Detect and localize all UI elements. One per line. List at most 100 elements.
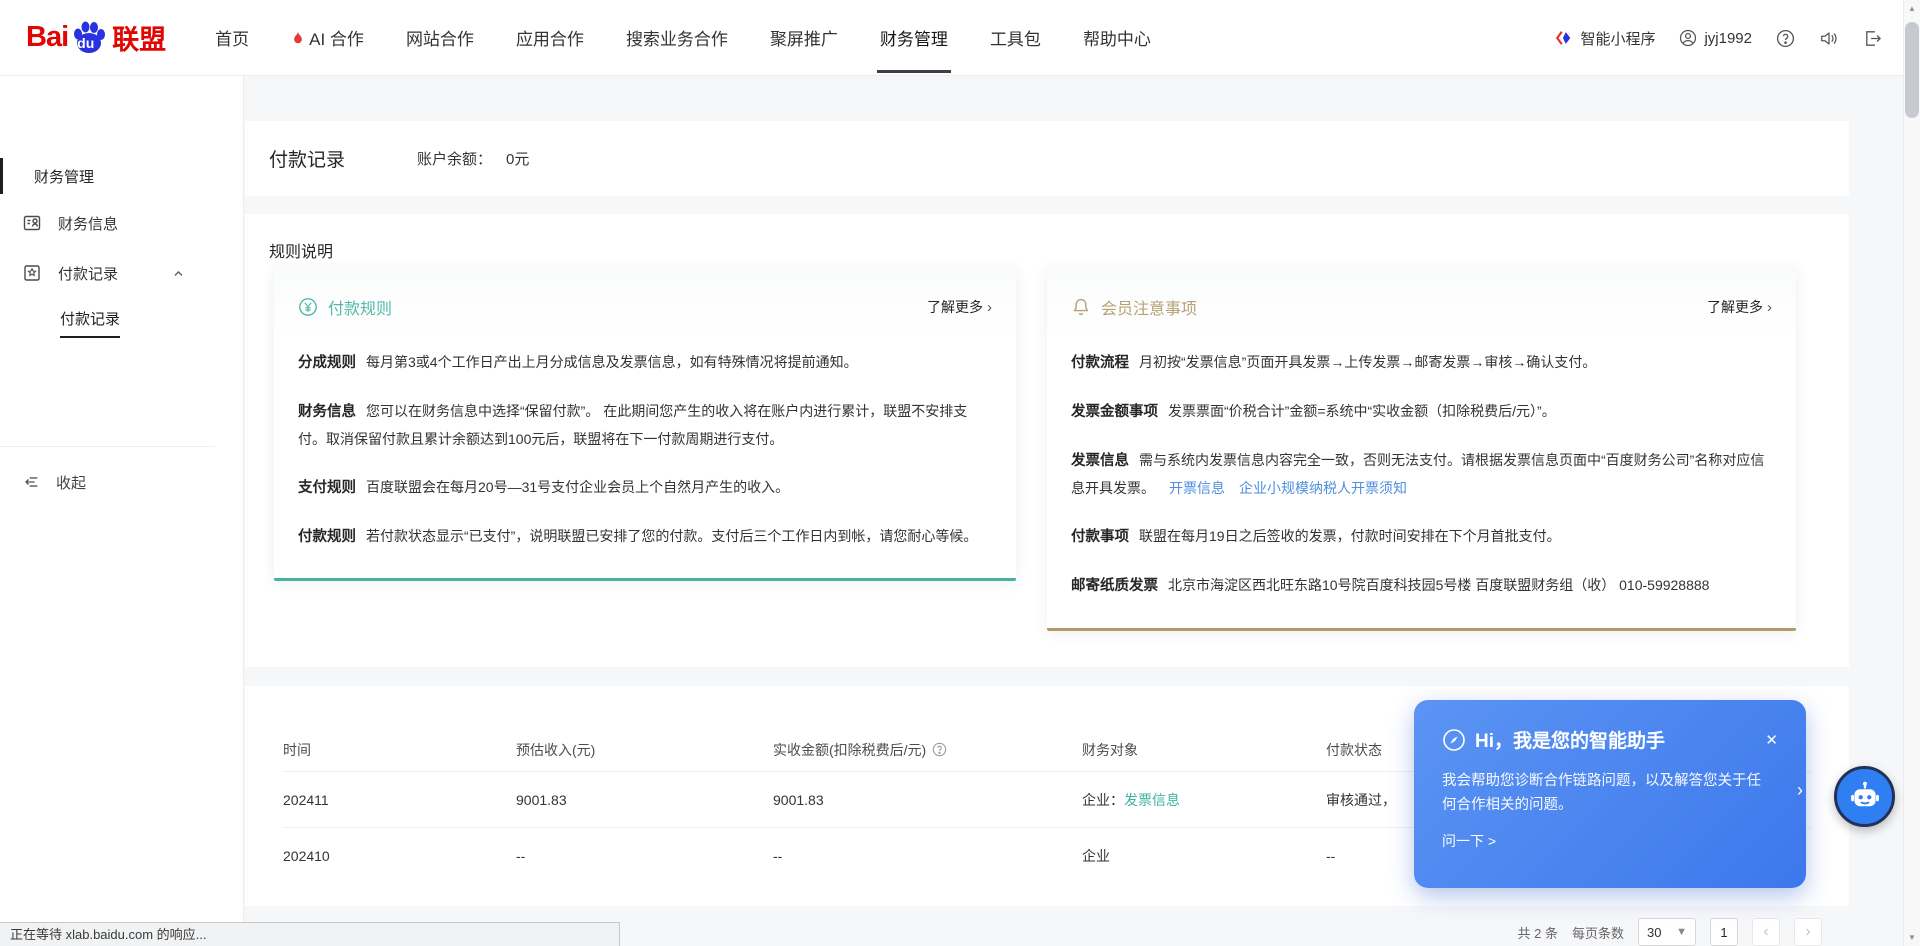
learn-more-payment-rules[interactable]: 了解更多› [927, 297, 992, 317]
smart-miniprogram-entry[interactable]: 智能小程序 [1555, 28, 1655, 49]
cell-estimated: 9001.83 [516, 792, 773, 808]
sidebar-item-payment-record[interactable]: 付款记录 [0, 253, 243, 293]
user-icon [1679, 29, 1697, 47]
balance-value: 0元 [506, 151, 529, 168]
baidu-union-logo[interactable]: Bai du 联盟 [26, 18, 166, 58]
ask-now-link[interactable]: 问一下 > [1442, 831, 1496, 851]
main-nav: 首页 AI 合作 网站合作 应用合作 搜索业务合作 聚屏推广 财务管理 工具包 … [194, 0, 1172, 76]
pagination: 共 2 条 每页条数 30 ▼ 1 ‹ › [1518, 918, 1822, 946]
prev-page-button[interactable]: ‹ [1752, 918, 1780, 946]
logout-button[interactable] [1863, 29, 1882, 48]
robot-icon [1848, 780, 1882, 814]
nav-tab-search-business[interactable]: 搜索业务合作 [605, 0, 749, 76]
cell-time: 202411 [283, 792, 516, 808]
cell-time: 202410 [283, 848, 516, 864]
logout-icon [1863, 29, 1882, 48]
nav-tab-ai-cooperation[interactable]: AI 合作 [270, 0, 385, 76]
speaker-icon [1819, 29, 1839, 48]
top-navbar: Bai du 联盟 首页 AI 合作 网站合作 应用合作 搜索业务合作 聚屏推广… [0, 0, 1920, 76]
chevron-right-icon: › [1767, 299, 1772, 316]
member-notes-card: 会员注意事项 了解更多› 付款流程月初按“发票信息”页面开具发票→上传发票→邮寄… [1047, 267, 1796, 631]
question-circle-icon [1776, 29, 1795, 48]
rules-panel: 规则说明 付款规则 了解更多› 分成规则每月第3或4个工作日产出上月分成信息及发… [245, 214, 1849, 667]
chevron-right-icon: › [987, 299, 992, 316]
per-page-select[interactable]: 30 ▼ [1638, 918, 1696, 946]
baidu-paw-icon: du [69, 18, 109, 58]
navbar-right-group: 智能小程序 jyj1992 [1555, 0, 1882, 76]
nav-tab-home[interactable]: 首页 [194, 0, 270, 76]
chevron-right-icon: › [1797, 780, 1803, 801]
rule-item: 发票金额事项发票票面“价税合计”金额=系统中“实收金额（扣除税费后/元）”。 [1071, 398, 1772, 426]
help-circle-icon[interactable] [932, 742, 947, 757]
nav-tab-app-cooperation[interactable]: 应用合作 [495, 0, 605, 76]
assistant-robot-button[interactable] [1834, 766, 1895, 827]
sidebar-subitem-payment-record[interactable]: 付款记录 [0, 303, 243, 343]
col-actual-amount: 实收金额(扣除税费后/元) [773, 740, 1082, 760]
smart-assistant-popup: Hi，我是您的智能助手 ✕ 我会帮助您诊断合作链路问题，以及解答您关于任何合作相… [1414, 700, 1806, 888]
logo-text-du: du [77, 35, 94, 51]
nav-tab-juping-promotion[interactable]: 聚屏推广 [749, 0, 859, 76]
card-title-member-notes: 会员注意事项 [1101, 295, 1197, 319]
rule-item: 付款事项联盟在每月19日之后签收的发票，付款时间安排在下个月首批支付。 [1071, 523, 1772, 551]
rule-item: 支付规则百度联盟会在每月20号—31号支付企业会员上个自然月产生的收入。 [298, 474, 992, 502]
nav-tab-toolkit[interactable]: 工具包 [969, 0, 1062, 76]
small-taxpayer-notice-link[interactable]: 企业小规模纳税人开票须知 [1239, 480, 1407, 496]
payment-rules-card: 付款规则 了解更多› 分成规则每月第3或4个工作日产出上月分成信息及发票信息，如… [274, 267, 1016, 581]
sidebar-collapse-button[interactable]: 收起 [0, 462, 243, 502]
cell-finance-target: 企业：发票信息 [1082, 790, 1326, 810]
bell-icon [1071, 297, 1091, 317]
payment-badge-icon [22, 263, 42, 283]
coin-yen-icon [298, 297, 318, 317]
scrollbar-thumb[interactable] [1905, 22, 1919, 118]
sidebar-divider [0, 446, 215, 447]
flame-hot-icon [291, 30, 305, 46]
sidebar-item-finance-info[interactable]: 财务信息 [0, 203, 243, 243]
rule-item: 分成规则每月第3或4个工作日产出上月分成信息及发票信息，如有特殊情况将提前通知。 [298, 349, 992, 377]
cell-actual: -- [773, 848, 1082, 864]
rule-item: 财务信息您可以在财务信息中选择“保留付款”。 在此期间您产生的收入将在账户内进行… [298, 398, 992, 453]
sound-button[interactable] [1819, 29, 1839, 48]
help-button[interactable] [1776, 29, 1795, 48]
invoice-info-table-link[interactable]: 发票信息 [1124, 792, 1180, 808]
per-page-label: 每页条数 [1572, 923, 1624, 942]
rule-item: 邮寄纸质发票北京市海淀区西北旺东路10号院百度科技园5号楼 百度联盟财务组（收）… [1071, 572, 1772, 600]
rule-item: 付款流程月初按“发票信息”页面开具发票→上传发票→邮寄发票→审核→确认支付。 [1071, 349, 1772, 377]
chevron-up-icon[interactable] [172, 267, 185, 280]
cell-actual: 9001.83 [773, 792, 1082, 808]
chevron-left-icon: ‹ [1763, 923, 1768, 941]
user-account-entry[interactable]: jyj1992 [1679, 29, 1752, 47]
col-time: 时间 [283, 740, 516, 760]
close-button[interactable]: ✕ [1765, 731, 1778, 749]
left-sidebar: 财务管理 财务信息 付款记录 付款记录 [0, 76, 244, 946]
nav-tab-help-center[interactable]: 帮助中心 [1062, 0, 1172, 76]
scroll-down-arrow[interactable]: ▼ [1904, 929, 1920, 946]
scroll-up-arrow[interactable]: ▲ [1904, 0, 1920, 17]
page-number-button[interactable]: 1 [1710, 918, 1738, 946]
rule-item: 发票信息需与系统内发票信息内容完全一致，否则无法支付。请根据发票信息页面中“百度… [1071, 447, 1772, 502]
invoice-info-link[interactable]: 开票信息 [1169, 480, 1225, 496]
assistant-title: Hi，我是您的智能助手 [1475, 726, 1665, 753]
id-card-icon [22, 213, 42, 233]
total-count: 共 2 条 [1518, 923, 1558, 942]
browser-status-bar: 正在等待 xlab.baidu.com 的响应... [0, 922, 620, 946]
sidebar-section-finance[interactable]: 财务管理 [0, 156, 243, 196]
col-estimated-income: 预估收入(元) [516, 740, 773, 760]
chevron-right-icon: › [1805, 923, 1810, 941]
rules-section-title: 规则说明 [269, 238, 1825, 262]
page-title-panel: 付款记录 账户余额：0元 [245, 121, 1849, 196]
cell-finance-target: 企业 [1082, 846, 1326, 866]
logo-text-union: 联盟 [112, 18, 166, 57]
collapse-left-icon [22, 473, 40, 491]
nav-tab-finance-management[interactable]: 财务管理 [859, 0, 969, 76]
logo-text-bai: Bai [26, 21, 68, 54]
close-icon: ✕ [1765, 732, 1778, 749]
nav-tab-website-cooperation[interactable]: 网站合作 [385, 0, 495, 76]
col-finance-target: 财务对象 [1082, 740, 1326, 760]
next-page-button[interactable]: › [1794, 918, 1822, 946]
caret-down-icon: ▼ [1676, 926, 1687, 938]
card-title-payment-rules: 付款规则 [328, 295, 392, 319]
vertical-scrollbar[interactable]: ▲ ▼ [1903, 0, 1920, 946]
learn-more-member-notes[interactable]: 了解更多› [1707, 297, 1772, 317]
rule-item: 付款规则若付款状态显示“已支付”，说明联盟已安排了您的付款。支付后三个工作日内到… [298, 523, 992, 551]
compass-icon [1442, 728, 1466, 752]
